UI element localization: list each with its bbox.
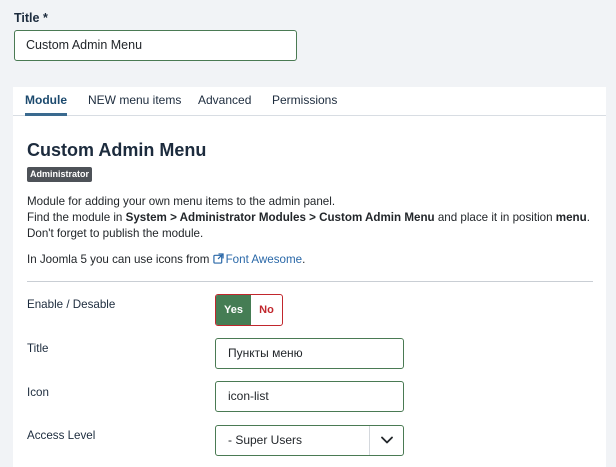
client-badge: Administrator: [27, 167, 93, 182]
tab-bar: Module NEW menu items Advanced Permissio…: [13, 87, 606, 116]
find-middle: and place it in position: [434, 211, 556, 224]
title-label: Title *: [14, 11, 48, 25]
position-name: menu: [555, 211, 587, 224]
access-level-select[interactable]: - Super Users: [215, 425, 404, 456]
module-path: System > Administrator Modules > Custom …: [125, 211, 435, 224]
enable-toggle: Yes No: [215, 294, 283, 326]
menu-title-label: Title: [27, 342, 49, 355]
module-heading: Custom Admin Menu: [27, 140, 207, 160]
find-prefix: Find the module in: [27, 211, 126, 224]
tab-new-menu-items[interactable]: NEW menu items: [88, 87, 181, 116]
tab-module[interactable]: Module: [25, 87, 67, 116]
select-toggle[interactable]: [369, 426, 403, 455]
enable-no-button[interactable]: No: [251, 295, 282, 325]
access-level-value: - Super Users: [228, 433, 303, 447]
title-input[interactable]: Custom Admin Menu: [14, 30, 297, 61]
module-panel: Custom Admin Menu Administrator Module f…: [13, 116, 606, 467]
tab-advanced[interactable]: Advanced: [198, 87, 251, 116]
icon-input[interactable]: icon-list: [215, 381, 404, 412]
external-link-icon: [212, 253, 224, 264]
font-awesome-link[interactable]: Font Awesome: [212, 253, 303, 266]
icons-suffix: .: [302, 253, 306, 266]
font-awesome-link-label: Font Awesome: [225, 253, 303, 266]
divider: [27, 281, 593, 282]
enable-label: Enable / Desable: [27, 298, 116, 311]
access-level-label: Access Level: [27, 429, 96, 442]
icon-label: Icon: [27, 386, 49, 399]
menu-title-input[interactable]: Пункты меню: [215, 338, 404, 369]
description-line: Module for adding your own menu items to…: [27, 195, 336, 208]
icons-note: In Joomla 5 you can use icons from Font …: [27, 253, 305, 266]
module-description: Module for adding your own menu items to…: [27, 194, 597, 242]
icons-prefix: In Joomla 5 you can use icons from: [27, 253, 213, 266]
chevron-down-icon: [381, 436, 393, 444]
find-module-text: Find the module in System > Administrato…: [27, 210, 597, 242]
tab-permissions[interactable]: Permissions: [272, 87, 337, 116]
enable-yes-button[interactable]: Yes: [216, 295, 251, 325]
